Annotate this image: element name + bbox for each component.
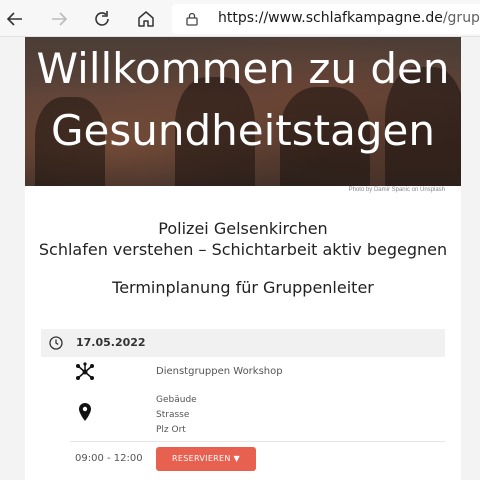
arrow-left-icon [6,12,22,26]
hero-banner: Willkommen zu den Gesundheitstagen [25,37,461,186]
tagline: Schlafen verstehen – Schichtarbeit aktiv… [38,240,448,259]
reload-button[interactable] [89,6,115,32]
hero-title: Willkommen zu den Gesundheitstagen [25,41,461,159]
url-path: /grupper [442,10,480,26]
organization-name: Polizei Gelsenkirchen [158,219,328,238]
event-title: Dienstgruppen Workshop [156,366,283,377]
divider [70,441,445,442]
clock-icon [49,336,63,350]
reserve-button[interactable]: RESERVIEREN ▼ [156,447,256,471]
arrow-right-icon [52,12,68,26]
event-time: 09:00 - 12:00 [75,453,143,464]
home-button[interactable] [133,6,159,32]
forward-button[interactable] [46,6,72,32]
event-date: 17.05.2022 [76,336,146,349]
location-street: Strasse [156,410,190,420]
reload-icon [95,11,109,26]
lock-icon [186,12,198,26]
date-header: 17.05.2022 [41,329,445,357]
event-location: Gebäude Strasse Plz Ort [156,393,197,438]
home-icon [138,11,154,27]
network-icon [76,362,94,380]
browser-toolbar: https://www.schlafkampagne.de/grupper [0,0,480,37]
hero-title-line1: Willkommen zu den [36,44,450,93]
photo-credit: Photo by Damir Spanic on Unsplash [348,187,445,193]
address-bar[interactable]: https://www.schlafkampagne.de/grupper [172,4,480,34]
page-subtitle: Terminplanung für Gruppenleiter [112,278,374,297]
intro-heading: Polizei Gelsenkirchen Schlafen verstehen… [25,218,461,260]
back-button[interactable] [2,6,28,32]
location-pin-icon [79,403,91,421]
location-city: Plz Ort [156,425,186,435]
url-text: https://www.schlafkampagne.de/grupper [218,10,480,26]
location-building: Gebäude [156,395,197,405]
hero-title-line2: Gesundheitstagen [51,106,435,155]
page-content: Willkommen zu den Gesundheitstagen Photo… [25,37,461,480]
url-host: https://www.schlafkampagne.de [218,10,443,26]
